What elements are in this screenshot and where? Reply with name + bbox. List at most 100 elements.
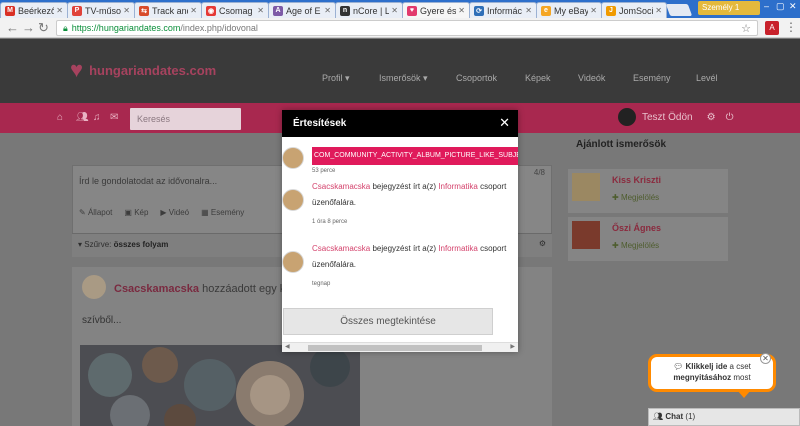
nav-kepek[interactable]: Képek (525, 73, 551, 83)
tab-label: Track and (152, 5, 189, 16)
browser-tab[interactable]: A Age of E ✕ (268, 2, 336, 18)
game-icon: A (273, 5, 283, 16)
minimize-icon[interactable]: – (764, 1, 769, 11)
friend-action[interactable]: ✚ Megjelölés (612, 241, 659, 250)
close-tab-icon[interactable]: ✕ (324, 6, 331, 15)
url-path: /index.php/idovonal (180, 23, 258, 33)
friend-avatar[interactable] (572, 221, 600, 249)
notification-group[interactable]: Informatika (438, 244, 478, 253)
address-toolbar: ← → ↻ 🔒︎ https://hungariandates.com /ind… (0, 18, 800, 38)
feed-user-link[interactable]: Csacskamacska (114, 283, 199, 295)
tab-label: Beérkező (18, 5, 55, 16)
browser-tab[interactable]: n nCore | Li ✕ (335, 2, 403, 18)
friends-icon[interactable]: 👥︎ (76, 112, 89, 123)
notification-group[interactable]: Informatika (438, 182, 478, 191)
browser-tab[interactable]: e My eBay ✕ (536, 2, 602, 18)
close-icon[interactable]: ✕ (760, 353, 771, 364)
post-placeholder[interactable]: Írd le gondolatodat az idővonalra... (79, 176, 217, 186)
user-menu[interactable]: Teszt Ödön ⚙ ⏻ (618, 108, 733, 126)
post-tools: ✎ Állapot ▣ Kép ▶ Videó ▦ Esemény (79, 208, 244, 217)
gear-icon[interactable]: ⚙ (707, 112, 716, 123)
browser-tab[interactable]: ⟳ Informác ✕ (469, 2, 537, 18)
gear-icon[interactable]: ⚙ (539, 239, 546, 248)
tool-video[interactable]: ▶ Videó (160, 208, 189, 217)
browser-tab[interactable]: ◉ Csomag ✕ (201, 2, 269, 18)
menu-icon[interactable]: ⋮ (785, 20, 797, 34)
view-all-button[interactable]: Összes megtekintése (283, 308, 493, 335)
forward-icon[interactable]: → (22, 20, 35, 35)
nav-profil[interactable]: Profil ▾ (322, 73, 350, 84)
tool-status[interactable]: ✎ Állapot (79, 208, 112, 217)
notification-code: COM_COMMUNITY_ACTIVITY_ALBUM_PICTURE_LIK… (312, 147, 518, 165)
bookmark-star-icon[interactable]: ☆ (741, 22, 751, 35)
close-tab-icon[interactable]: ✕ (525, 6, 532, 15)
chat-bar[interactable]: 👥︎ Chat (1) (648, 408, 800, 426)
avatar (282, 147, 304, 169)
tab-label: Gyere és (420, 5, 457, 16)
site-logo[interactable]: ♥ hungariandates.com (70, 57, 216, 83)
home-icon[interactable]: ⌂ (57, 112, 63, 123)
close-tab-icon[interactable]: ✕ (123, 6, 130, 15)
close-window-icon[interactable]: ✕ (789, 1, 797, 12)
notification-user[interactable]: Csacskamacska (312, 182, 370, 191)
chat-prompt-bubble[interactable]: ✕ 💬︎ Klikkelj ide a cset megnyitásához m… (648, 353, 776, 398)
user-name: Teszt Ödön (642, 111, 693, 123)
nav-ismerosok[interactable]: Ismerősök ▾ (379, 73, 428, 84)
close-tab-icon[interactable]: ✕ (590, 6, 597, 15)
package-icon: ◉ (206, 5, 216, 16)
modal-header: Értesítések ✕ (282, 110, 518, 137)
close-tab-icon[interactable]: ✕ (257, 6, 264, 15)
nav-level[interactable]: Levél (696, 73, 718, 83)
close-tab-icon[interactable]: ✕ (391, 6, 398, 15)
tab-label: JomSocia (619, 5, 653, 16)
pdf-extension-icon[interactable]: A (765, 21, 779, 35)
feed-image[interactable] (80, 345, 360, 426)
notification-text: COM_COMMUNITY_ACTIVITY_ALBUM_PICTURE_LIK… (312, 147, 518, 165)
chat-prompt-bold2: megnyitásához (673, 373, 732, 382)
mail-icon[interactable]: ✉ (110, 112, 118, 123)
friend-name[interactable]: Őszi Ágnes (612, 223, 661, 233)
browser-tab[interactable]: ⇆ Track and ✕ (134, 2, 202, 18)
new-tab-button[interactable] (665, 4, 693, 16)
browser-tab-active[interactable]: ♥ Gyere és ✕ (402, 2, 470, 18)
browser-tab[interactable]: M Beérkező ✕ (0, 2, 68, 18)
friend-name[interactable]: Kiss Kriszti (612, 175, 661, 185)
browser-tab[interactable]: JJomSocia✕ (601, 2, 667, 18)
track-icon: ⇆ (139, 5, 149, 16)
maximize-icon[interactable]: ▢ (776, 1, 785, 12)
nav-videok[interactable]: Videók (578, 73, 605, 83)
tool-photo[interactable]: ▣ Kép (124, 208, 148, 217)
close-tab-icon[interactable]: ✕ (56, 6, 63, 15)
close-tab-icon[interactable]: ✕ (655, 6, 662, 15)
bubble-tail (737, 390, 751, 398)
avatar[interactable] (82, 275, 106, 299)
filter-value: összes folyam (113, 240, 169, 249)
avatar (618, 108, 636, 126)
close-tab-icon[interactable]: ✕ (458, 6, 465, 15)
friend-action[interactable]: ✚ Megjelölés (612, 193, 659, 202)
horizontal-scrollbar[interactable]: ◀ ▶ (282, 342, 518, 352)
close-icon[interactable]: ✕ (499, 115, 510, 131)
profile-button[interactable]: Személy 1 (698, 1, 760, 15)
browser-tab[interactable]: P TV-műsor ✕ (67, 2, 135, 18)
scrollbar-thumb[interactable] (308, 345, 482, 351)
gmail-icon: M (5, 5, 15, 16)
reload-icon[interactable]: ↻ (38, 20, 49, 36)
url-bar[interactable]: 🔒︎ https://hungariandates.com /index.php… (56, 20, 758, 36)
close-tab-icon[interactable]: ✕ (190, 6, 197, 15)
scroll-right-icon[interactable]: ▶ (510, 343, 515, 350)
search-input[interactable]: Keresés (130, 108, 241, 130)
ncore-icon: n (340, 5, 350, 16)
notifications-icon[interactable]: ♫ (93, 112, 101, 123)
logout-icon[interactable]: ⏻ (726, 112, 734, 123)
modal-title: Értesítések (293, 118, 347, 129)
nav-esemeny[interactable]: Esemény (633, 73, 671, 83)
friend-avatar[interactable] (572, 173, 600, 201)
heart-icon: ♥ (407, 5, 417, 16)
scroll-left-icon[interactable]: ◀ (285, 343, 290, 350)
back-icon[interactable]: ← (6, 20, 19, 35)
nav-csoportok[interactable]: Csoportok (456, 73, 497, 83)
notification-user[interactable]: Csacskamacska (312, 244, 370, 253)
notification-text: Csacskamacska bejegyzést írt a(z) Inform… (312, 182, 507, 207)
tool-event[interactable]: ▦ Esemény (201, 208, 244, 217)
